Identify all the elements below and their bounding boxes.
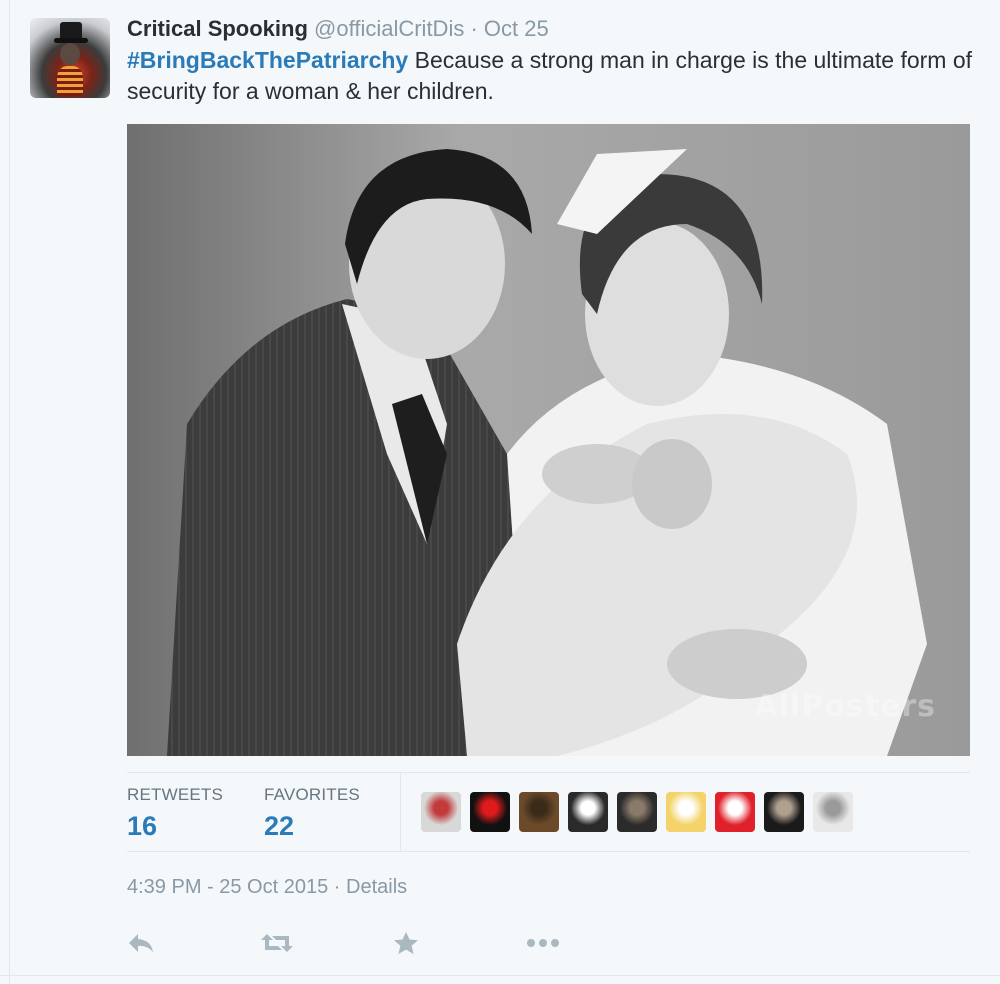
avatar-red-eye[interactable]: [470, 792, 510, 832]
tweet-bottom-border: [0, 975, 1000, 976]
tweet-permalink: Critical Spooking @officialCritDis · Oct…: [0, 0, 1000, 984]
photo-illustration: [127, 124, 970, 756]
retweets-count[interactable]: 16: [127, 811, 223, 842]
stats-top-divider: [127, 772, 970, 773]
avatar-man-portrait[interactable]: [519, 792, 559, 832]
tweet-photo[interactable]: AllPosters: [127, 124, 970, 756]
favorite-button[interactable]: [393, 925, 526, 961]
tweet-actions: [127, 925, 659, 961]
avatar-red-logo[interactable]: [715, 792, 755, 832]
favorites-count[interactable]: 22: [264, 811, 360, 842]
timestamp-separator: ·: [333, 876, 341, 898]
retweet-button[interactable]: [260, 925, 393, 961]
stats-bottom-divider: [127, 851, 970, 852]
photo-watermark: AllPosters: [754, 689, 936, 724]
more-dots-icon: [527, 939, 559, 947]
author-handle[interactable]: @officialCritDis: [314, 16, 464, 41]
avatar-anime-character[interactable]: [666, 792, 706, 832]
favorites-stat[interactable]: FAVORITES 22: [264, 785, 360, 842]
reply-button[interactable]: [127, 925, 260, 961]
header-separator: ·: [470, 16, 478, 41]
reply-icon: [129, 934, 153, 952]
avatar-two-portraits[interactable]: [421, 792, 461, 832]
more-button[interactable]: [526, 925, 659, 961]
tweet-date-link[interactable]: Oct 25: [484, 16, 549, 41]
avatar-face: [60, 43, 80, 65]
stats-divider: [400, 773, 401, 852]
tweet-text: #BringBackThePatriarchy Because a strong…: [127, 45, 977, 107]
retweet-icon: [261, 934, 293, 952]
panel-border: [9, 0, 10, 984]
favorite-star-icon: [394, 932, 418, 954]
details-link[interactable]: Details: [346, 876, 407, 898]
tweet-timestamp: 4:39 PM - 25 Oct 2015 · Details: [127, 876, 407, 899]
avatar-gone-poster[interactable]: [568, 792, 608, 832]
avatar-woman-portrait[interactable]: [617, 792, 657, 832]
timestamp-text: 4:39 PM - 25 Oct 2015: [127, 876, 329, 898]
tweet-header: Critical Spooking @officialCritDis · Oct…: [127, 14, 549, 44]
avatar-dark-portrait[interactable]: [764, 792, 804, 832]
avatar-statue[interactable]: [813, 792, 853, 832]
author-name[interactable]: Critical Spooking: [127, 16, 308, 41]
retweets-stat[interactable]: RETWEETS 16: [127, 785, 223, 842]
avatar-ribcage: [57, 66, 83, 96]
author-avatar[interactable]: [30, 18, 110, 98]
favorites-label: FAVORITES: [264, 785, 360, 804]
hashtag-link[interactable]: #BringBackThePatriarchy: [127, 47, 408, 73]
retweets-label: RETWEETS: [127, 785, 224, 804]
favoriters-avatars: [421, 792, 853, 832]
